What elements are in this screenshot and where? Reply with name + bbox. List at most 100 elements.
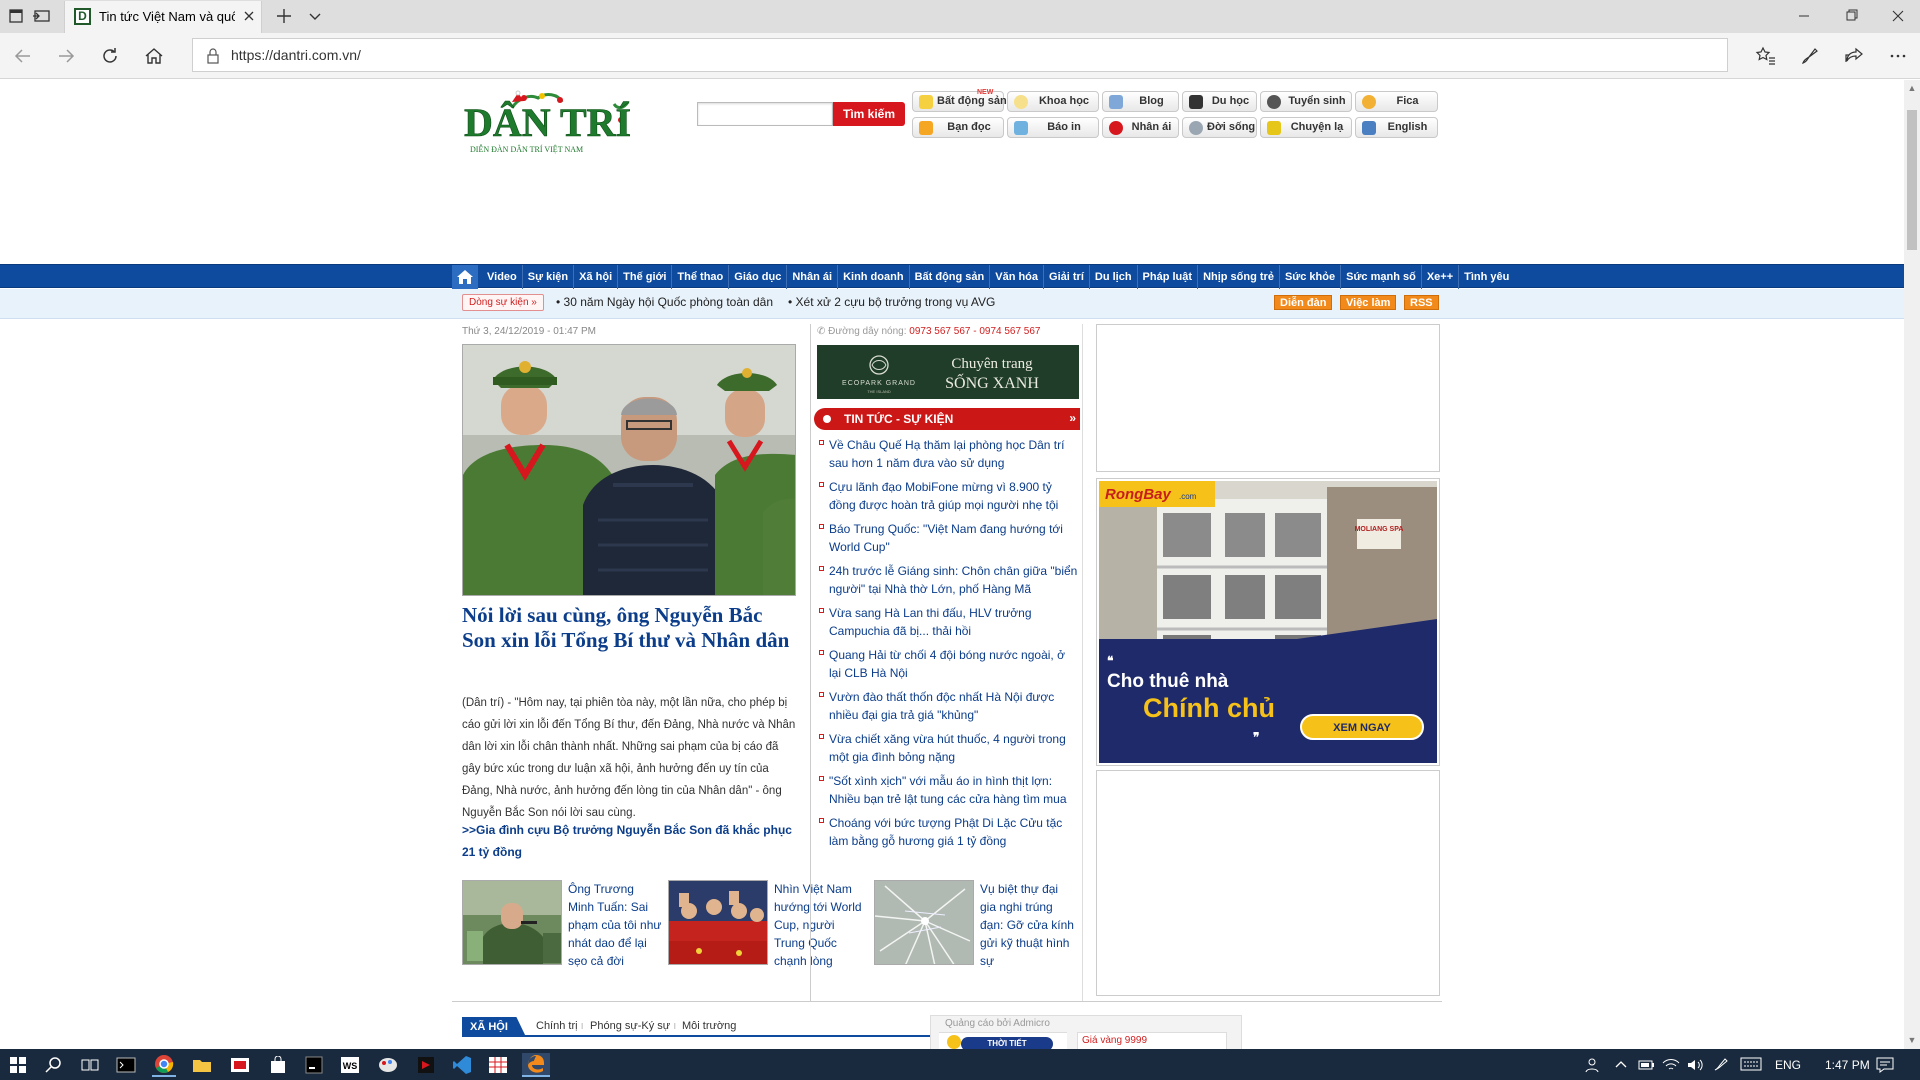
- subsection-chinh-tri[interactable]: Chính trị ı: [536, 1020, 584, 1032]
- nav-item-12[interactable]: Pháp luật: [1138, 265, 1199, 289]
- red-app[interactable]: [414, 1053, 438, 1077]
- news-item-title[interactable]: Về Châu Quế Hạ thăm lại phòng học Dân tr…: [829, 438, 1064, 470]
- news-item[interactable]: Báo Trung Quốc: "Việt Nam đang hướng tới…: [817, 520, 1079, 562]
- nav-item-13[interactable]: Nhịp sống trẻ: [1198, 265, 1280, 289]
- thumb-title-3[interactable]: Vụ biệt thự đại gia nghi trúng đạn: Gỡ c…: [980, 880, 1074, 970]
- nav-item-7[interactable]: Kinh doanh: [838, 265, 910, 289]
- jobs-button[interactable]: Việc làm: [1340, 295, 1397, 310]
- thumb-story-3[interactable]: Vụ biệt thự đại gia nghi trúng đạn: Gỡ c…: [874, 880, 1074, 990]
- quick-link-chuyen-la[interactable]: Chuyện lạ: [1260, 117, 1352, 138]
- nav-item-15[interactable]: Sức mạnh số: [1341, 265, 1422, 289]
- news-section-header[interactable]: TIN TỨC - SỰ KIỆN »: [814, 408, 1080, 430]
- admicro-ad[interactable]: Quảng cáo bởi Admicro THỜI TIẾT Giá vàng…: [930, 1015, 1242, 1049]
- notifications-icon[interactable]: [1876, 1057, 1894, 1073]
- event-stream-badge[interactable]: Dòng sự kiện »: [462, 294, 544, 311]
- search-input[interactable]: [697, 102, 833, 126]
- news-item-title[interactable]: Vừa sang Hà Lan thi đấu, HLV trưởng Camp…: [829, 606, 1032, 638]
- task-view-button[interactable]: [78, 1053, 102, 1077]
- nav-item-6[interactable]: Nhân ái: [787, 265, 839, 289]
- vscode-app[interactable]: [450, 1053, 474, 1077]
- rongbay-ad[interactable]: MOLIANG SPA RongBay .com ❝ Cho thuê nhà …: [1096, 478, 1440, 766]
- news-item-title[interactable]: Vườn đào thất thốn độc nhất Hà Nội được …: [829, 690, 1054, 722]
- nav-item-8[interactable]: Bất động sản: [910, 265, 991, 289]
- nav-item-4[interactable]: Thể thao: [672, 265, 730, 289]
- scroll-up-icon[interactable]: ▲: [1907, 83, 1917, 93]
- edge-app[interactable]: [522, 1053, 550, 1077]
- tab-aside-icon[interactable]: [32, 6, 52, 26]
- store-app[interactable]: [266, 1053, 290, 1077]
- nav-item-17[interactable]: Tình yêu: [1459, 265, 1514, 289]
- keyboard-icon[interactable]: [1740, 1057, 1762, 1071]
- nav-item-9[interactable]: Văn hóa: [990, 265, 1045, 289]
- paint-app[interactable]: [376, 1053, 400, 1077]
- pen-tray-icon[interactable]: [1712, 1057, 1730, 1073]
- news-item[interactable]: "Sốt xình xịch" với mẫu áo in hình thịt …: [817, 772, 1079, 814]
- battery-icon[interactable]: [1638, 1058, 1656, 1072]
- hero-headline-link[interactable]: Nói lời sau cùng, ông Nguyễn Bắc Son xin…: [462, 603, 797, 653]
- news-item[interactable]: Vừa chiết xăng vừa hút thuốc, 4 người tr…: [817, 730, 1079, 772]
- quick-link-doi-song[interactable]: Đời sống: [1182, 117, 1257, 138]
- forum-button[interactable]: Diễn đàn: [1274, 295, 1333, 310]
- quick-link-bao-in[interactable]: Báo in: [1007, 117, 1099, 138]
- news-item-title[interactable]: Vừa chiết xăng vừa hút thuốc, 4 người tr…: [829, 732, 1066, 764]
- news-item-title[interactable]: 24h trước lễ Giáng sinh: Chôn chân giữa …: [829, 564, 1077, 596]
- news-item-title[interactable]: Quang Hải từ chối 4 đội bóng nước ngoài,…: [829, 648, 1065, 680]
- spreadsheet-app[interactable]: [486, 1053, 510, 1077]
- wifi-icon[interactable]: [1662, 1057, 1680, 1073]
- news-item[interactable]: Cựu lãnh đạo MobiFone mừng vì 8.900 tỷ đ…: [817, 478, 1079, 520]
- more-icon[interactable]: [1886, 44, 1910, 68]
- quick-link-nhan-ai[interactable]: Nhân ái: [1102, 117, 1179, 138]
- thumb-story-1[interactable]: Ông Trương Minh Tuấn: Sai phạm của tôi n…: [462, 880, 662, 990]
- back-icon[interactable]: [11, 44, 35, 68]
- scroll-down-icon[interactable]: ▼: [1907, 1035, 1917, 1045]
- minimize-icon[interactable]: [1784, 4, 1824, 28]
- thumb-title-2[interactable]: Nhìn Việt Nam hướng tới World Cup, người…: [774, 880, 868, 970]
- snip-app[interactable]: [228, 1053, 252, 1077]
- nav-item-10[interactable]: Giải trí: [1044, 265, 1090, 289]
- file-explorer-app[interactable]: [190, 1053, 214, 1077]
- chevron-down-icon[interactable]: [305, 6, 325, 26]
- close-tab-icon[interactable]: [241, 8, 257, 24]
- nav-item-1[interactable]: Sự kiện: [523, 265, 575, 289]
- tab-dantri[interactable]: D Tin tức Việt Nam và quố: [64, 1, 262, 33]
- news-item-title[interactable]: Choáng với bức tượng Phật Di Lặc Cửu tặc…: [829, 816, 1062, 848]
- scrollbar-thumb[interactable]: [1907, 110, 1917, 250]
- quick-link-english[interactable]: English: [1355, 117, 1438, 138]
- dantri-logo[interactable]: DÂN TRÍ DIỄN ĐÀN DÂN TRÍ VIỆT NAM: [464, 90, 634, 162]
- new-tab-icon[interactable]: [274, 6, 294, 26]
- hero-image[interactable]: [462, 344, 796, 596]
- news-item[interactable]: Choáng với bức tượng Phật Di Lặc Cửu tặc…: [817, 814, 1079, 856]
- quick-link-ban-doc[interactable]: Bạn đọc: [912, 117, 1004, 138]
- quick-link-du-hoc[interactable]: Du học: [1182, 91, 1257, 112]
- quick-link-bat-dong-san[interactable]: Bất động sản NEW: [912, 89, 1007, 112]
- chrome-app[interactable]: [152, 1053, 176, 1077]
- language-indicator[interactable]: ENG: [1775, 1058, 1801, 1072]
- people-icon[interactable]: [1584, 1056, 1602, 1074]
- forward-icon[interactable]: [54, 44, 78, 68]
- volume-icon[interactable]: [1686, 1057, 1704, 1073]
- cmd-app[interactable]: [114, 1053, 138, 1077]
- news-item[interactable]: Quang Hải từ chối 4 đội bóng nước ngoài,…: [817, 646, 1079, 688]
- close-window-icon[interactable]: [1878, 4, 1918, 28]
- rss-button[interactable]: RSS: [1404, 295, 1439, 310]
- chevron-up-icon[interactable]: [1614, 1058, 1628, 1072]
- subsection-phong-su[interactable]: Phóng sự-Ký sự ı: [590, 1020, 676, 1032]
- news-item[interactable]: 24h trước lễ Giáng sinh: Chôn chân giữa …: [817, 562, 1079, 604]
- refresh-icon[interactable]: [98, 44, 122, 68]
- news-item-title[interactable]: Báo Trung Quốc: "Việt Nam đang hướng tới…: [829, 522, 1063, 554]
- favorites-icon[interactable]: [1754, 44, 1778, 68]
- vertical-scrollbar[interactable]: ▲ ▼: [1904, 80, 1920, 1049]
- event-link-1[interactable]: • 30 năm Ngày hội Quốc phòng toàn dân: [556, 295, 773, 309]
- nav-item-5[interactable]: Giáo dục: [729, 265, 788, 289]
- nav-item-2[interactable]: Xã hội: [574, 265, 619, 289]
- subsection-moi-truong[interactable]: Môi trường: [682, 1020, 736, 1032]
- thumb-story-2[interactable]: Nhìn Việt Nam hướng tới World Cup, người…: [668, 880, 868, 990]
- nav-home-button[interactable]: [452, 265, 478, 289]
- pen-notes-icon[interactable]: [1798, 44, 1822, 68]
- quick-link-blog[interactable]: Blog: [1102, 91, 1179, 112]
- news-item[interactable]: Về Châu Quế Hạ thăm lại phòng học Dân tr…: [817, 436, 1079, 478]
- nav-item-0[interactable]: Video: [482, 265, 523, 289]
- quick-link-khoa-hoc[interactable]: Khoa học: [1007, 91, 1099, 112]
- quick-link-tuyen-sinh[interactable]: Tuyển sinh: [1260, 91, 1352, 112]
- thumb-title-1[interactable]: Ông Trương Minh Tuấn: Sai phạm của tôi n…: [568, 880, 662, 970]
